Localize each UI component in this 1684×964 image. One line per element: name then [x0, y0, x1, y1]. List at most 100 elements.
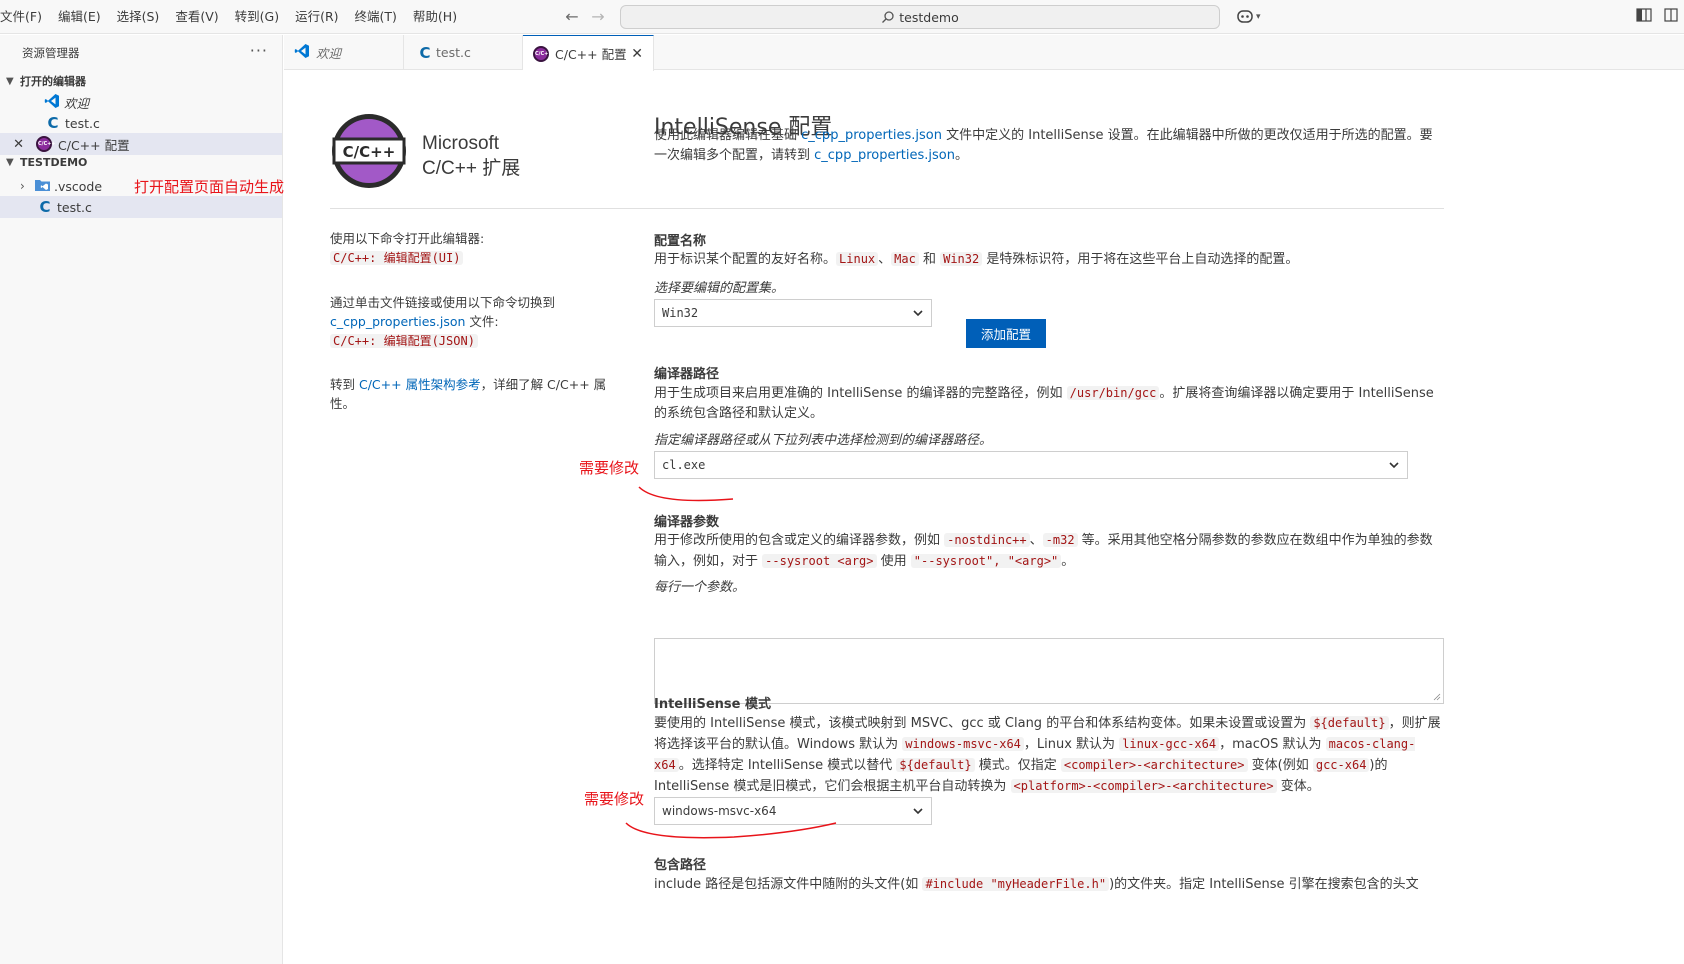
close-icon[interactable]: ✕	[631, 46, 643, 62]
desc-text: 是特殊标识符，用于将在这些平台上自动选择的配置。	[982, 252, 1299, 267]
intro-post: 。	[955, 148, 969, 163]
open-editors-section[interactable]: ▼ 打开的编辑器	[6, 73, 86, 89]
vscode-logo-icon	[44, 93, 64, 112]
forward-arrow-icon[interactable]: →	[588, 7, 608, 27]
intellisense-mode-annotation: 需要修改	[584, 790, 645, 808]
desc-text: 变体(例如	[1247, 758, 1313, 773]
tab-bar: 欢迎 C test.c C/C++ C/C++ 配置 ✕	[284, 35, 1684, 71]
compiler-args-textarea[interactable]	[654, 638, 1444, 704]
open-editor-label: C/C++ 配置	[58, 137, 130, 153]
include-path-title: 包含路径	[654, 858, 707, 873]
config-name-title: 配置名称	[654, 234, 707, 249]
menu-terminal[interactable]: 终端(T)	[347, 0, 405, 34]
tab-label: C/C++ 配置	[555, 47, 627, 62]
schema-ref-block: 转到 C/C++ 属性架构参考，详细了解 C/C++ 属性。	[330, 375, 620, 413]
open-editor-test-c[interactable]: C test.c	[0, 112, 282, 134]
chevron-right-icon: ›	[20, 179, 25, 193]
desc-sep: 、	[878, 252, 892, 267]
code-sysroot: --sysroot <arg>	[762, 554, 877, 568]
code-m32: -m32	[1042, 533, 1078, 547]
code-gcc-x64: gcc-x64	[1312, 758, 1370, 772]
code-linux-gcc: linux-gcc-x64	[1119, 737, 1220, 751]
folder-label: .vscode	[54, 178, 103, 194]
code-default: ${default}	[896, 758, 975, 772]
code-win32: Win32	[940, 252, 983, 266]
intellisense-mode-title: IntelliSense 模式	[654, 697, 772, 712]
open-editor-cpp-config[interactable]: ✕ C/C++ C/C++ 配置	[0, 133, 282, 155]
open-json-command: C/C++: 编辑配置(JSON)	[330, 334, 478, 348]
command-center[interactable]: testdemo	[620, 5, 1220, 29]
close-icon[interactable]: ✕	[0, 137, 28, 152]
desc-text: 使用	[876, 554, 911, 569]
tab-cpp-config[interactable]: C/C++ C/C++ 配置 ✕	[523, 35, 654, 71]
desc-sep: 、	[1029, 533, 1043, 548]
open-editors-title: 打开的编辑器	[20, 75, 86, 88]
ref-text-pre: 转到	[330, 377, 359, 392]
explorer-sidebar: 资源管理器 ··· ▼ 打开的编辑器 欢迎 C test.c ✕ C/C++ C…	[0, 35, 283, 964]
tab-label: test.c	[436, 45, 471, 60]
tab-label: 欢迎	[316, 46, 342, 61]
more-actions-icon[interactable]: ···	[250, 41, 268, 60]
compiler-path-combobox[interactable]: cl.exe	[654, 451, 1408, 479]
chevron-down-icon	[913, 808, 923, 815]
config-name-desc: 用于标识某个配置的友好名称。 Linux、 Mac 和 Win32 是特殊标识符，用…	[654, 249, 1444, 270]
menu-help[interactable]: 帮助(H)	[405, 0, 465, 34]
copilot-chevron-icon[interactable]: ▾	[1256, 8, 1261, 26]
intellisense-mode-value: windows-msvc-x64	[662, 804, 777, 818]
extension-brand: Microsoft C/C++ 扩展	[422, 131, 520, 181]
cpp-config-editor: C/C++ Microsoft C/C++ 扩展 使用以下命令打开此编辑器: C…	[284, 71, 1684, 964]
desc-text: ，Linux 默认为	[1023, 737, 1120, 752]
desc-text: ，macOS 默认为	[1219, 737, 1326, 752]
switch-text-post: 文件:	[465, 314, 499, 329]
file-test-c[interactable]: C test.c	[0, 196, 282, 218]
desc-text: include 路径是包括源文件中随附的头文件(如	[654, 877, 923, 892]
compiler-args-hint: 每行一个参数。	[654, 580, 746, 595]
compiler-path-annotation: 需要修改	[579, 459, 640, 477]
open-editor-label: test.c	[65, 115, 100, 131]
intro-json-link-2[interactable]: c_cpp_properties.json	[814, 148, 955, 163]
menu-run[interactable]: 运行(R)	[287, 0, 346, 34]
vscode-logo-icon	[294, 43, 316, 62]
c-file-icon: C	[419, 43, 431, 62]
menu-file[interactable]: 文件(F)	[0, 0, 50, 34]
chevron-down-icon: ▼	[6, 75, 14, 87]
c-file-icon: C	[39, 198, 51, 216]
toggle-sidebar-icon[interactable]	[1636, 8, 1652, 26]
code-sysroot-arg: "--sysroot", "<arg>"	[910, 554, 1062, 568]
logo-text: C/C++	[343, 143, 396, 161]
divider	[654, 208, 1444, 209]
add-config-button[interactable]: 添加配置	[966, 319, 1046, 348]
copilot-icon[interactable]	[1236, 8, 1254, 26]
tab-test-c[interactable]: C test.c	[404, 35, 523, 70]
menu-view[interactable]: 查看(V)	[167, 0, 226, 34]
menu-selection[interactable]: 选择(S)	[109, 0, 168, 34]
layout-icon[interactable]	[1664, 8, 1678, 26]
vscode-folder-icon	[34, 178, 54, 195]
compiler-args-title: 编译器参数	[654, 515, 720, 530]
intro-text: 使用此编辑器编辑在基础 c_cpp_properties.json 文件中定义的…	[654, 126, 1444, 166]
explorer-title: 资源管理器	[22, 46, 80, 60]
intro-json-link[interactable]: c_cpp_properties.json	[801, 128, 942, 143]
menu-edit[interactable]: 编辑(E)	[50, 0, 109, 34]
config-name-select[interactable]: Win32	[654, 299, 932, 327]
tab-welcome[interactable]: 欢迎	[284, 35, 404, 70]
chevron-down-icon	[1389, 462, 1399, 469]
open-editor-label: 欢迎	[64, 95, 90, 111]
open-editor-welcome[interactable]: 欢迎	[0, 91, 282, 113]
workspace-section[interactable]: ▼ TESTDEMO	[6, 156, 87, 169]
json-file-link[interactable]: c_cpp_properties.json	[330, 314, 465, 329]
config-name-hint: 选择要编辑的配置集。	[654, 281, 785, 296]
resize-grip-icon[interactable]	[1433, 693, 1441, 701]
open-ui-command: C/C++: 编辑配置(UI)	[330, 251, 464, 265]
menu-go[interactable]: 转到(G)	[227, 0, 287, 34]
config-name-value: Win32	[662, 306, 699, 320]
back-arrow-icon[interactable]: ←	[562, 7, 582, 27]
compiler-path-value: cl.exe	[662, 458, 706, 472]
schema-reference-link[interactable]: C/C++ 属性架构参考	[359, 377, 481, 392]
desc-text: 要使用的 IntelliSense 模式，该模式映射到 MSVC、gcc 或 C…	[654, 716, 1311, 731]
cpp-extension-logo-icon: C/C++	[332, 114, 406, 188]
code-compiler-arch: <compiler>-<architecture>	[1060, 758, 1248, 772]
intro-pre: 使用此编辑器编辑在基础	[654, 128, 802, 143]
cpp-extension-icon: C/C++	[533, 45, 553, 62]
compiler-path-desc: 用于生成项目来启用更准确的 IntelliSense 的编译器的完整路径，例如 …	[654, 383, 1444, 424]
